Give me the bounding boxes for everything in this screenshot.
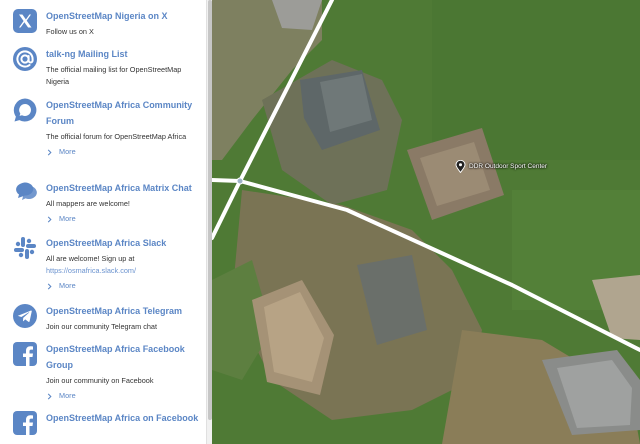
forum-chat-icon [12, 97, 38, 123]
telegram-icon [12, 303, 38, 329]
chevron-right-icon [47, 216, 52, 222]
community-item-text: OpenStreetMap Africa Matrix Chat All map… [46, 180, 202, 225]
community-item-desc: The official forum for OpenStreetMap Afr… [46, 132, 187, 141]
community-item-text: OpenStreetMap Africa Slack All are welco… [46, 235, 202, 292]
more-label[interactable]: More [59, 146, 76, 158]
sport-center-poi[interactable]: DDR Outdoor Sport Center [455, 160, 547, 173]
more-toggle[interactable]: More [46, 390, 202, 402]
community-item-desc: All mappers are welcome! [46, 199, 130, 208]
more-label[interactable]: More [59, 390, 76, 402]
x-logo-icon [12, 8, 38, 34]
chevron-right-icon [47, 283, 52, 289]
community-item-desc: Join our community on Facebook [46, 376, 154, 385]
community-item-mailing-list[interactable]: talk-ng Mailing List The official mailin… [12, 46, 202, 88]
community-item-title[interactable]: talk-ng Mailing List [46, 46, 202, 62]
community-sidebar[interactable]: OpenStreetMap Nigeria on X Follow us on … [0, 0, 212, 444]
community-item-desc: All are welcome! Sign up at [46, 254, 135, 263]
community-item-title[interactable]: OpenStreetMap Africa Matrix Chat [46, 180, 202, 196]
facebook-icon [12, 410, 38, 436]
community-item-telegram[interactable]: OpenStreetMap Africa Telegram Join our c… [12, 303, 202, 333]
satellite-imagery [212, 0, 640, 444]
community-item-text: OpenStreetMap Africa on Facebook [46, 410, 202, 436]
community-item-desc: The official mailing list for OpenStreet… [46, 65, 182, 86]
community-item-title[interactable]: OpenStreetMap Africa on Facebook [46, 410, 202, 426]
community-item-title[interactable]: OpenStreetMap Africa Slack [46, 235, 202, 251]
community-item-desc: Follow us on X [46, 27, 94, 36]
community-item-slack[interactable]: OpenStreetMap Africa Slack All are welco… [12, 235, 202, 292]
community-item-desc: Join our community Telegram chat [46, 322, 157, 331]
community-item-text: OpenStreetMap Africa Facebook Group Join… [46, 341, 202, 402]
app-root: OpenStreetMap Nigeria on X Follow us on … [0, 0, 640, 444]
chevron-right-icon [47, 393, 52, 399]
community-item-facebook-page[interactable]: OpenStreetMap Africa on Facebook [12, 410, 202, 436]
more-label[interactable]: More [59, 213, 76, 225]
matrix-chat-icon [12, 180, 38, 206]
community-item-text: OpenStreetMap Nigeria on X Follow us on … [46, 8, 202, 38]
chevron-right-icon [47, 149, 52, 155]
community-item-facebook-group[interactable]: OpenStreetMap Africa Facebook Group Join… [12, 341, 202, 402]
community-item-x[interactable]: OpenStreetMap Nigeria on X Follow us on … [12, 8, 202, 38]
more-label[interactable]: More [59, 280, 76, 292]
community-item-title[interactable]: OpenStreetMap Nigeria on X [46, 8, 202, 24]
more-toggle[interactable]: More [46, 280, 202, 292]
more-toggle[interactable]: More [46, 146, 202, 158]
at-sign-icon [12, 46, 38, 72]
slack-signup-link[interactable]: https://osmafrica.slack.com/ [46, 265, 202, 277]
poi-label[interactable]: DDR Outdoor Sport Center [469, 163, 547, 170]
community-item-text: OpenStreetMap Africa Community Forum The… [46, 97, 202, 158]
facebook-icon [12, 341, 38, 367]
community-item-matrix[interactable]: OpenStreetMap Africa Matrix Chat All map… [12, 180, 202, 225]
community-item-text: OpenStreetMap Africa Telegram Join our c… [46, 303, 202, 333]
community-item-title[interactable]: OpenStreetMap Africa Telegram [46, 303, 202, 319]
sport-center-pin-icon [455, 160, 466, 173]
slack-icon [12, 235, 38, 261]
community-item-title[interactable]: OpenStreetMap Africa Community Forum [46, 97, 202, 129]
community-item-forum[interactable]: OpenStreetMap Africa Community Forum The… [12, 97, 202, 158]
community-item-text: talk-ng Mailing List The official mailin… [46, 46, 202, 88]
community-item-title[interactable]: OpenStreetMap Africa Facebook Group [46, 341, 202, 373]
more-toggle[interactable]: More [46, 213, 202, 225]
satellite-map[interactable]: DDR Outdoor Sport Center [212, 0, 640, 444]
